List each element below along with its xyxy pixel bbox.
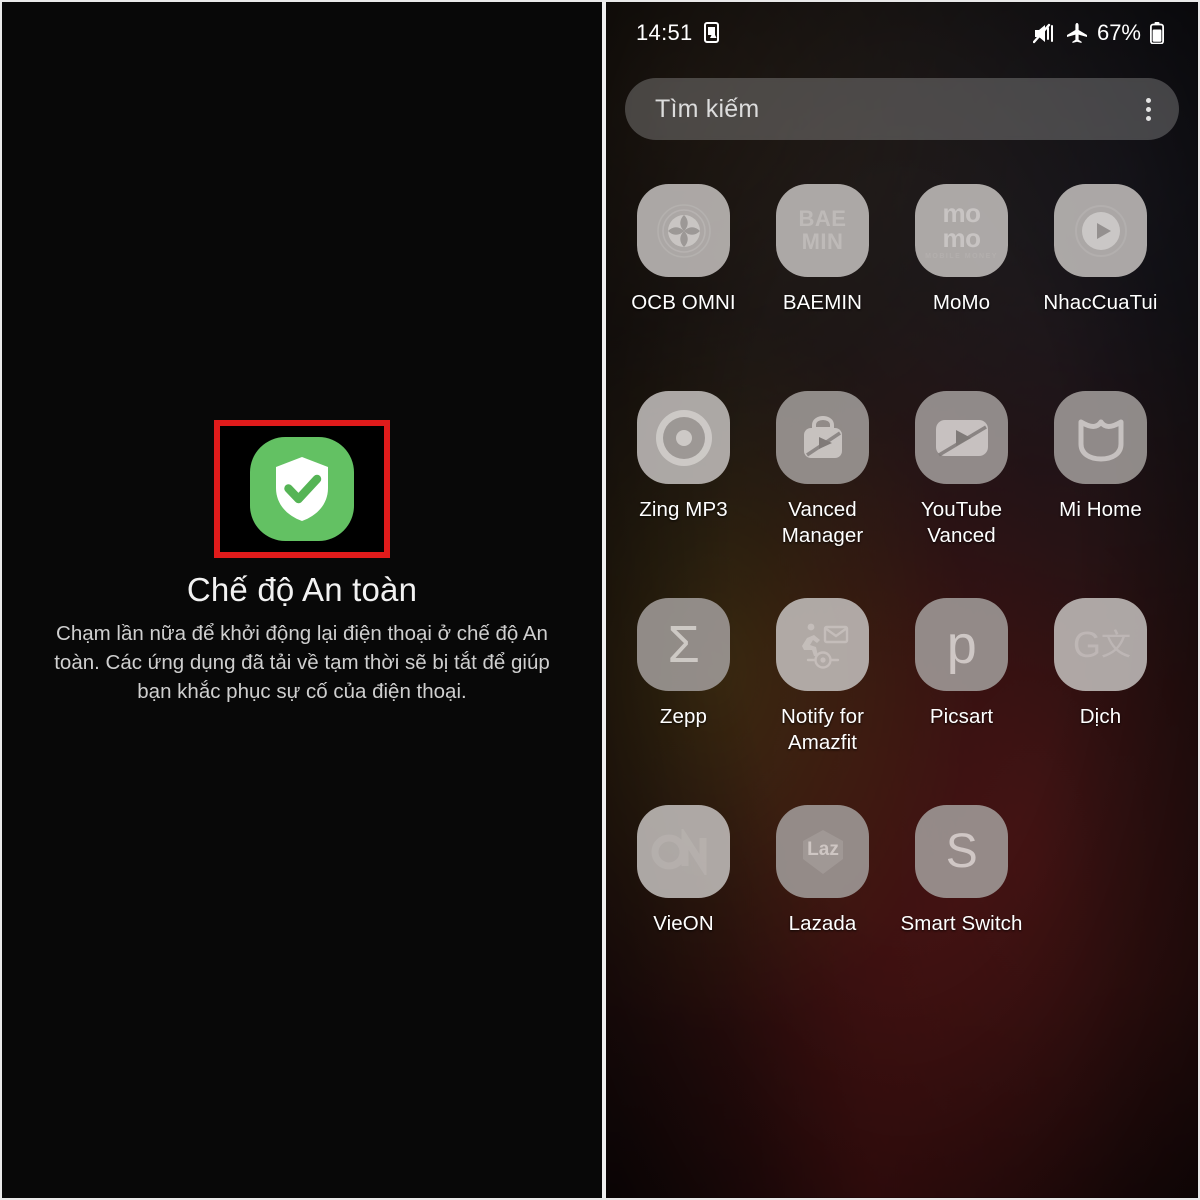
app-item-vieon[interactable]: VieON (614, 799, 753, 1006)
battery-icon (1150, 22, 1164, 44)
safe-mode-description: Chạm lần nữa để khởi động lại điện thoại… (54, 621, 550, 704)
app-item-smart-switch[interactable]: S Smart Switch (892, 799, 1031, 1006)
nhaccuatui-icon[interactable] (1054, 184, 1147, 277)
safe-mode-dialog: Chế độ An toàn Chạm lần nữa để khởi động… (2, 420, 602, 706)
safe-mode-title: Chế độ An toàn (186, 571, 418, 608)
app-label: VieON (653, 912, 714, 935)
app-cell-empty (1031, 799, 1170, 1006)
sound-mute-icon (1032, 23, 1057, 44)
app-row: Σ Zepp Notify for Amazfit p Picsart G 文 … (614, 592, 1190, 799)
zepp-sigma-glyph: Σ (667, 615, 700, 674)
app-row: Zing MP3 Vanced Manager YouTube Vanced M… (614, 385, 1190, 592)
app-label: OCB OMNI (631, 291, 736, 314)
status-bar-clock: 14:51 (636, 20, 693, 45)
app-label: BAEMIN (782, 291, 863, 314)
picsart-icon[interactable]: p (915, 598, 1008, 691)
app-label: MoMo (932, 291, 991, 314)
momo-icon[interactable]: mo mo MOBILE MONEY (915, 184, 1008, 277)
airplane-mode-icon (1066, 22, 1088, 44)
app-item-momo[interactable]: mo mo MOBILE MONEY MoMo (892, 178, 1031, 385)
svg-text:Laz: Laz (807, 839, 839, 860)
more-options-kebab-icon[interactable] (1140, 94, 1157, 125)
app-item-dich[interactable]: G 文 Dịch (1031, 592, 1170, 799)
vanced-manager-icon[interactable] (776, 391, 869, 484)
search-bar[interactable]: Tìm kiếm (625, 78, 1179, 140)
app-label: Picsart (929, 705, 994, 728)
app-item-ocb-omni[interactable]: OCB OMNI (614, 178, 753, 385)
left-panel-safe-mode-prompt: Chế độ An toàn Chạm lần nữa để khởi động… (2, 2, 602, 1198)
app-item-mi-home[interactable]: Mi Home (1031, 385, 1170, 592)
notify-for-amazfit-icon[interactable] (776, 598, 869, 691)
app-label: Zing MP3 (639, 498, 728, 521)
app-label: Lazada (788, 912, 857, 935)
ocb-omni-icon[interactable] (637, 184, 730, 277)
app-item-notify-for-amazfit[interactable]: Notify for Amazfit (753, 592, 892, 799)
svg-text:G: G (1073, 624, 1101, 665)
status-bar-right: 67% (1032, 20, 1164, 46)
app-row: OCB OMNI BAE MIN BAEMIN mo mo MOBILE MON… (614, 178, 1190, 385)
app-label: Dịch (1079, 705, 1122, 728)
app-item-lazada[interactable]: Laz Lazada (753, 799, 892, 1006)
app-label: Mi Home (1059, 498, 1142, 521)
app-label: NhacCuaTui (1043, 291, 1158, 314)
smart-switch-icon[interactable]: S (915, 805, 1008, 898)
device-warning-icon (703, 22, 722, 44)
app-item-nhaccuatui[interactable]: NhacCuaTui (1031, 178, 1170, 385)
vieon-icon[interactable] (637, 805, 730, 898)
status-bar: 14:51 67% (606, 2, 1198, 64)
svg-text:文: 文 (1101, 628, 1131, 663)
smart-switch-s-glyph: S (945, 824, 978, 878)
app-label: Smart Switch (900, 912, 1023, 935)
zing-mp3-icon[interactable] (637, 391, 730, 484)
app-item-baemin[interactable]: BAE MIN BAEMIN (753, 178, 892, 385)
status-bar-left: 14:51 (636, 20, 722, 46)
screenshot-root: Chế độ An toàn Chạm lần nữa để khởi động… (0, 0, 1200, 1200)
safe-mode-shield-icon[interactable] (250, 437, 354, 541)
app-item-zepp[interactable]: Σ Zepp (614, 592, 753, 799)
safe-mode-icon-highlight-box (214, 420, 390, 558)
app-grid: OCB OMNI BAE MIN BAEMIN mo mo MOBILE MON… (614, 178, 1190, 1006)
app-item-youtube-vanced[interactable]: YouTube Vanced (892, 385, 1031, 592)
app-item-zing-mp3[interactable]: Zing MP3 (614, 385, 753, 592)
app-item-picsart[interactable]: p Picsart (892, 592, 1031, 799)
right-panel-home-screen: 14:51 67% Tìm kiếm OCB OMNI BAE MIN BAEM… (606, 2, 1198, 1198)
search-input[interactable]: Tìm kiếm (655, 95, 759, 124)
battery-percent-label: 67% (1096, 20, 1141, 45)
youtube-vanced-icon[interactable] (915, 391, 1008, 484)
zepp-icon[interactable]: Σ (637, 598, 730, 691)
app-label: Notify for Amazfit (780, 705, 865, 754)
app-row: VieON Laz Lazada S Smart Switch (614, 799, 1190, 1006)
app-label: YouTube Vanced (920, 498, 1003, 547)
google-translate-icon[interactable]: G 文 (1054, 598, 1147, 691)
mi-home-icon[interactable] (1054, 391, 1147, 484)
app-label: Zepp (659, 705, 708, 728)
baemin-icon[interactable]: BAE MIN (776, 184, 869, 277)
app-label: Vanced Manager (781, 498, 864, 547)
app-item-vanced-manager[interactable]: Vanced Manager (753, 385, 892, 592)
lazada-icon[interactable]: Laz (776, 805, 869, 898)
picsart-p-glyph: p (946, 614, 977, 675)
